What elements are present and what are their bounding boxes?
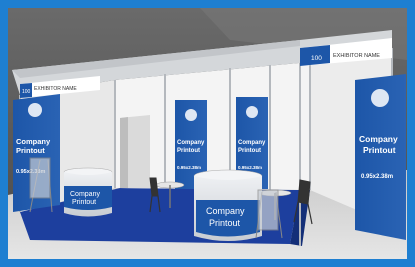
poster-left-title-2: Printout <box>16 146 45 155</box>
poster-left-title-1: Company <box>16 137 51 146</box>
poster-right-title-1: Company <box>359 134 398 144</box>
door-shadow <box>120 117 128 188</box>
fascia-left-number: 100 <box>22 89 31 95</box>
poster-back-1-title-1: Company <box>177 140 205 146</box>
fascia-left-name: EXHIBITOR NAME <box>34 86 77 92</box>
exhibition-booth-render: 100 EXHIBITOR NAME 100 EXHIBITOR NAME Co… <box>0 0 415 267</box>
fascia-right-name: EXHIBITOR NAME <box>333 53 380 59</box>
poster-back-2-size: 0.95x2.38m <box>238 165 262 170</box>
fascia-right-number: 100 <box>311 55 322 62</box>
logo-icon <box>371 89 389 107</box>
counter-center-line2: Printout <box>209 218 241 228</box>
poster-right <box>355 74 406 240</box>
logo-icon <box>28 103 42 117</box>
poster-right-size: 0.95x2.38m <box>361 174 393 180</box>
counter-left-line2: Printout <box>72 199 96 206</box>
booth-illustration: 100 EXHIBITOR NAME 100 EXHIBITOR NAME Co… <box>0 0 415 267</box>
counter-center-line1: Company <box>206 206 245 216</box>
counter-left-line1: Company <box>70 191 100 198</box>
poster-back-2-title-1: Company <box>238 140 266 146</box>
poster-back-2-title-2: Printout <box>238 148 261 154</box>
poster-back-1-title-2: Printout <box>177 148 200 154</box>
poster-back-1-size: 0.95x2.38m <box>177 165 201 170</box>
poster-right-title-2: Printout <box>363 145 396 155</box>
logo-icon <box>185 109 197 121</box>
logo-icon <box>246 106 258 118</box>
